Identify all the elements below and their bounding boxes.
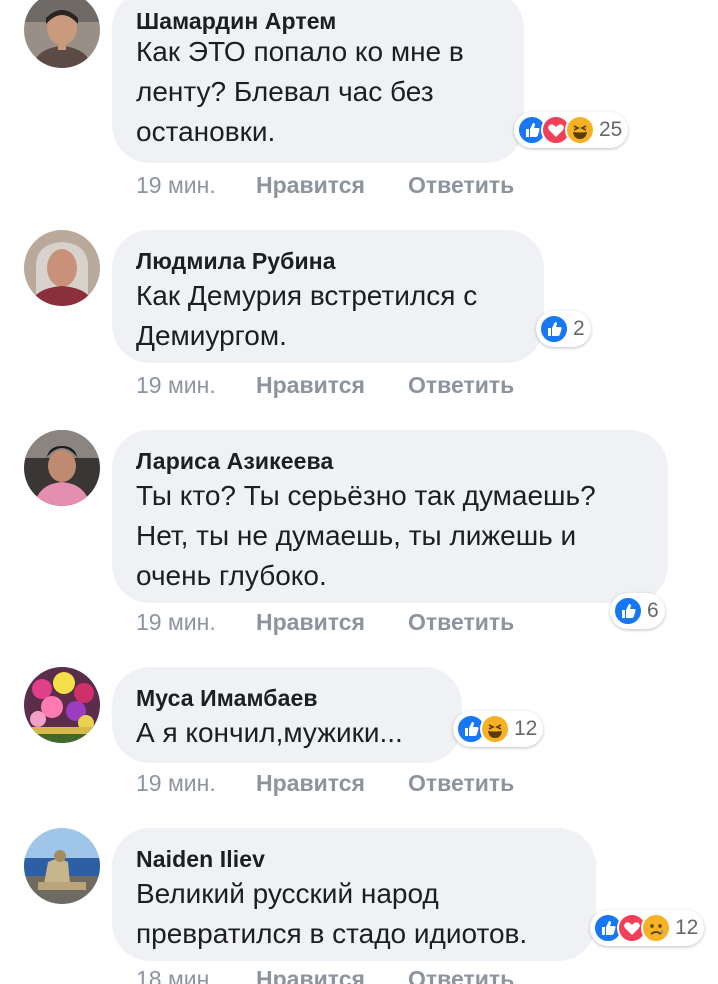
reaction-summary[interactable]: 12	[453, 711, 544, 747]
comment-bubble: Шамардин Артем Как ЭТО попало ко мне в л…	[112, 0, 524, 163]
comment-bubble: Людмила Рубина Как Демурия встретился с …	[112, 230, 544, 363]
reaction-count: 12	[675, 916, 699, 939]
comment-line: Как ЭТО попало ко мне в	[136, 36, 464, 67]
reaction-count: 6	[647, 599, 659, 622]
comment-line: остановки.	[136, 116, 276, 147]
comment-line: А я кончил,мужики...	[136, 717, 403, 748]
timestamp[interactable]: 19 мин.	[136, 172, 216, 199]
comment-text: Как ЭТО попало ко мне в ленту? Блевал ча…	[136, 32, 464, 152]
author-name[interactable]: Лариса Азикеева	[136, 448, 333, 475]
reaction-summary[interactable]: 25	[514, 112, 629, 148]
comment-text: Великий русский народ превратился в стад…	[136, 874, 527, 954]
comment-line: Как Демурия встретился с	[136, 280, 478, 311]
author-name[interactable]: Naiden Iliev	[136, 846, 265, 873]
avatar[interactable]	[24, 230, 100, 306]
like-button[interactable]: Нравится	[256, 770, 365, 797]
timestamp[interactable]: 19 мин.	[136, 372, 216, 399]
reply-button[interactable]: Ответить	[408, 770, 514, 797]
comment-text: Как Демурия встретился с Демиургом.	[136, 276, 477, 356]
like-button[interactable]: Нравится	[256, 172, 365, 199]
author-name[interactable]: Муса Имамбаев	[136, 685, 318, 712]
like-icon	[613, 596, 643, 626]
like-button[interactable]: Нравится	[256, 609, 365, 636]
comment-line: превратился в стадо идиотов.	[136, 918, 528, 949]
reaction-summary[interactable]: 6	[610, 593, 665, 629]
avatar[interactable]	[24, 667, 100, 743]
comment-bubble: Муса Имамбаев А я кончил,мужики...	[112, 667, 462, 763]
comment-feed: Шамардин Артем Как ЭТО попало ко мне в л…	[0, 0, 718, 984]
reply-button[interactable]: Ответить	[408, 172, 514, 199]
like-icon	[539, 314, 569, 344]
haha-icon	[480, 714, 510, 744]
reaction-summary[interactable]: 2	[536, 311, 591, 347]
avatar[interactable]	[24, 0, 100, 68]
like-button[interactable]: Нравится	[256, 372, 365, 399]
comment-line: Нет, ты не думаешь, ты лижешь и	[136, 520, 577, 551]
comment-line: ленту? Блевал час без	[136, 76, 434, 107]
author-name[interactable]: Шамардин Артем	[136, 8, 336, 35]
author-name[interactable]: Людмила Рубина	[136, 248, 336, 275]
timestamp[interactable]: 19 мин.	[136, 770, 216, 797]
reply-button[interactable]: Ответить	[408, 966, 514, 984]
reaction-count: 12	[514, 717, 538, 740]
comment-line: Демиургом.	[136, 320, 287, 351]
comment-line: Ты кто? Ты серьёзно так думаешь?	[136, 480, 596, 511]
reply-button[interactable]: Ответить	[408, 609, 514, 636]
timestamp[interactable]: 19 мин.	[136, 609, 216, 636]
haha-icon	[565, 115, 595, 145]
comment-line: очень глубоко.	[136, 560, 327, 591]
reaction-summary[interactable]: 12	[590, 910, 705, 946]
comment-bubble: Лариса Азикеева Ты кто? Ты серьёзно так …	[112, 430, 668, 603]
comment-text: А я кончил,мужики...	[136, 713, 403, 753]
like-button[interactable]: Нравится	[256, 966, 365, 984]
avatar[interactable]	[24, 430, 100, 506]
reaction-count: 2	[573, 317, 585, 340]
comment-line: Великий русский народ	[136, 878, 439, 909]
avatar[interactable]	[24, 828, 100, 904]
timestamp[interactable]: 18 мин.	[136, 966, 216, 984]
comment-text: Ты кто? Ты серьёзно так думаешь? Нет, ты…	[136, 476, 596, 596]
reaction-count: 25	[599, 118, 623, 141]
sad-icon	[641, 913, 671, 943]
reply-button[interactable]: Ответить	[408, 372, 514, 399]
comment-bubble: Naiden Iliev Великий русский народ превр…	[112, 828, 596, 961]
